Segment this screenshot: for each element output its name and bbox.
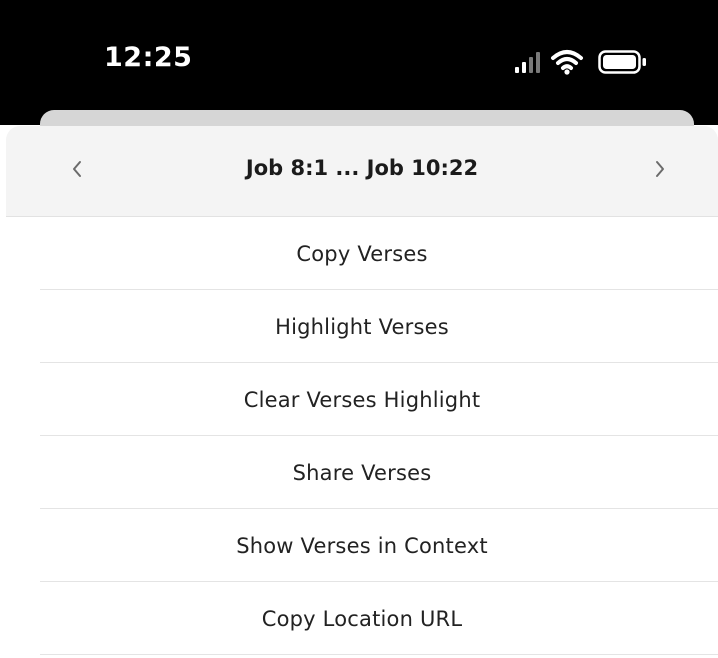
copy-location-url-button[interactable]: Copy Location URL bbox=[6, 582, 718, 655]
wifi-icon bbox=[550, 48, 584, 76]
sheet-header: Job 8:1 ... Job 10:22 bbox=[6, 126, 718, 217]
next-range-button[interactable] bbox=[640, 151, 680, 191]
show-verses-in-context-button[interactable]: Show Verses in Context bbox=[6, 509, 718, 582]
status-bar: 12:25 bbox=[0, 0, 718, 125]
clear-verses-highlight-button[interactable]: Clear Verses Highlight bbox=[6, 363, 718, 436]
verse-actions-menu: Copy Verses Highlight Verses Clear Verse… bbox=[6, 217, 718, 655]
menu-item-label: Show Verses in Context bbox=[236, 533, 488, 558]
menu-item-label: Copy Location URL bbox=[261, 606, 463, 631]
menu-item-label: Clear Verses Highlight bbox=[243, 387, 481, 412]
highlight-verses-button[interactable]: Highlight Verses bbox=[6, 290, 718, 363]
chevron-right-icon bbox=[653, 159, 667, 183]
status-icons bbox=[514, 48, 664, 76]
action-sheet: Job 8:1 ... Job 10:22 Copy Verses Highli… bbox=[6, 126, 718, 658]
menu-item-label: Copy Verses bbox=[296, 241, 428, 266]
share-verses-button[interactable]: Share Verses bbox=[6, 436, 718, 509]
menu-item-label: Share Verses bbox=[292, 460, 432, 485]
verse-range-title: Job 8:1 ... Job 10:22 bbox=[245, 156, 479, 180]
cellular-signal-icon bbox=[514, 48, 544, 76]
chevron-left-icon bbox=[70, 159, 84, 183]
status-time: 12:25 bbox=[104, 42, 193, 73]
previous-range-button[interactable] bbox=[57, 151, 97, 191]
app-screen: 12:25 Job 8:1 ... Job 10:22 Copy Verses … bbox=[0, 0, 718, 658]
battery-icon bbox=[598, 49, 648, 75]
menu-item-label: Highlight Verses bbox=[275, 314, 449, 339]
copy-verses-button[interactable]: Copy Verses bbox=[6, 217, 718, 290]
